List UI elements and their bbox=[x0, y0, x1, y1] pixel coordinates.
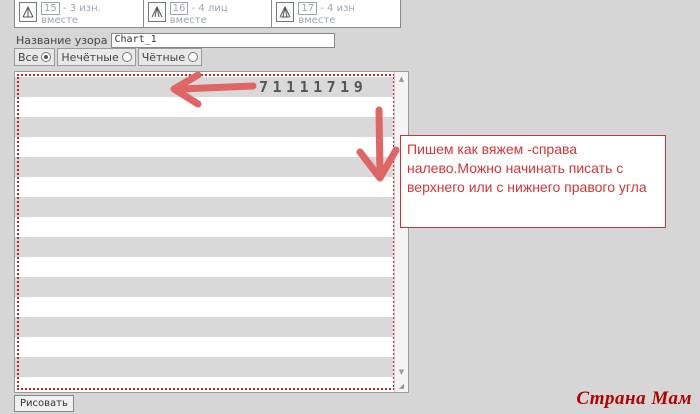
chart-textarea[interactable]: 71111719 ▲ ▼ ◢ bbox=[14, 71, 409, 393]
filter-label: Все bbox=[18, 50, 39, 64]
draw-button[interactable]: Рисовать bbox=[14, 395, 74, 412]
legend-item: 15 - 3 изн. вместе bbox=[15, 0, 144, 27]
filter-even[interactable]: Чётные bbox=[137, 48, 203, 66]
legend-desc: вместе bbox=[169, 15, 207, 26]
pattern-name-row: Название узора Chart_1 bbox=[16, 33, 335, 48]
radio-odd[interactable] bbox=[121, 52, 132, 62]
selection-outline bbox=[17, 74, 395, 390]
annotation-note: Пишем как вяжем -справа налево.Можно нач… bbox=[400, 135, 666, 228]
filter-label: Чётные bbox=[141, 50, 186, 64]
legend-desc: вместе bbox=[41, 15, 79, 26]
filter-label: Нечётные bbox=[61, 50, 119, 64]
radio-all[interactable] bbox=[41, 52, 52, 62]
row-filter-group: Все Нечётные Чётные bbox=[14, 48, 204, 66]
vertical-scrollbar[interactable]: ▲ ▼ ◢ bbox=[394, 72, 408, 392]
filter-all[interactable]: Все bbox=[14, 48, 56, 66]
legend-desc: вместе bbox=[298, 15, 336, 26]
legend-desc: - 3 изн. bbox=[62, 3, 101, 14]
legend-number: 17 bbox=[298, 2, 318, 15]
legend-item: 16 - 4 лиц вместе bbox=[144, 0, 273, 27]
purl-together-4-icon bbox=[276, 2, 295, 22]
legend-desc: - 4 лиц bbox=[191, 3, 228, 14]
scroll-up-icon[interactable]: ▲ bbox=[395, 72, 408, 85]
knit-together-4-icon bbox=[147, 2, 166, 22]
scroll-down-icon[interactable]: ▼ bbox=[395, 365, 408, 378]
knit-together-3-icon bbox=[19, 2, 37, 22]
stitch-legend: 15 - 3 изн. вместе 16 - 4 лиц вместе 17 - … bbox=[14, 0, 401, 28]
pattern-name-label: Название узора bbox=[16, 34, 108, 47]
legend-number: 16 bbox=[169, 2, 189, 15]
resize-grip-icon[interactable]: ◢ bbox=[395, 379, 408, 392]
pattern-name-input[interactable]: Chart_1 bbox=[110, 33, 335, 48]
filter-odd[interactable]: Нечётные bbox=[57, 48, 136, 66]
legend-item: 17 - 4 изн вместе bbox=[272, 0, 400, 27]
legend-number: 15 bbox=[41, 2, 60, 15]
chart-row-digits[interactable]: 71111719 bbox=[259, 78, 367, 96]
radio-even[interactable] bbox=[188, 52, 199, 62]
legend-desc: - 4 изн bbox=[320, 3, 355, 14]
site-watermark: Страна Мам bbox=[576, 388, 692, 409]
